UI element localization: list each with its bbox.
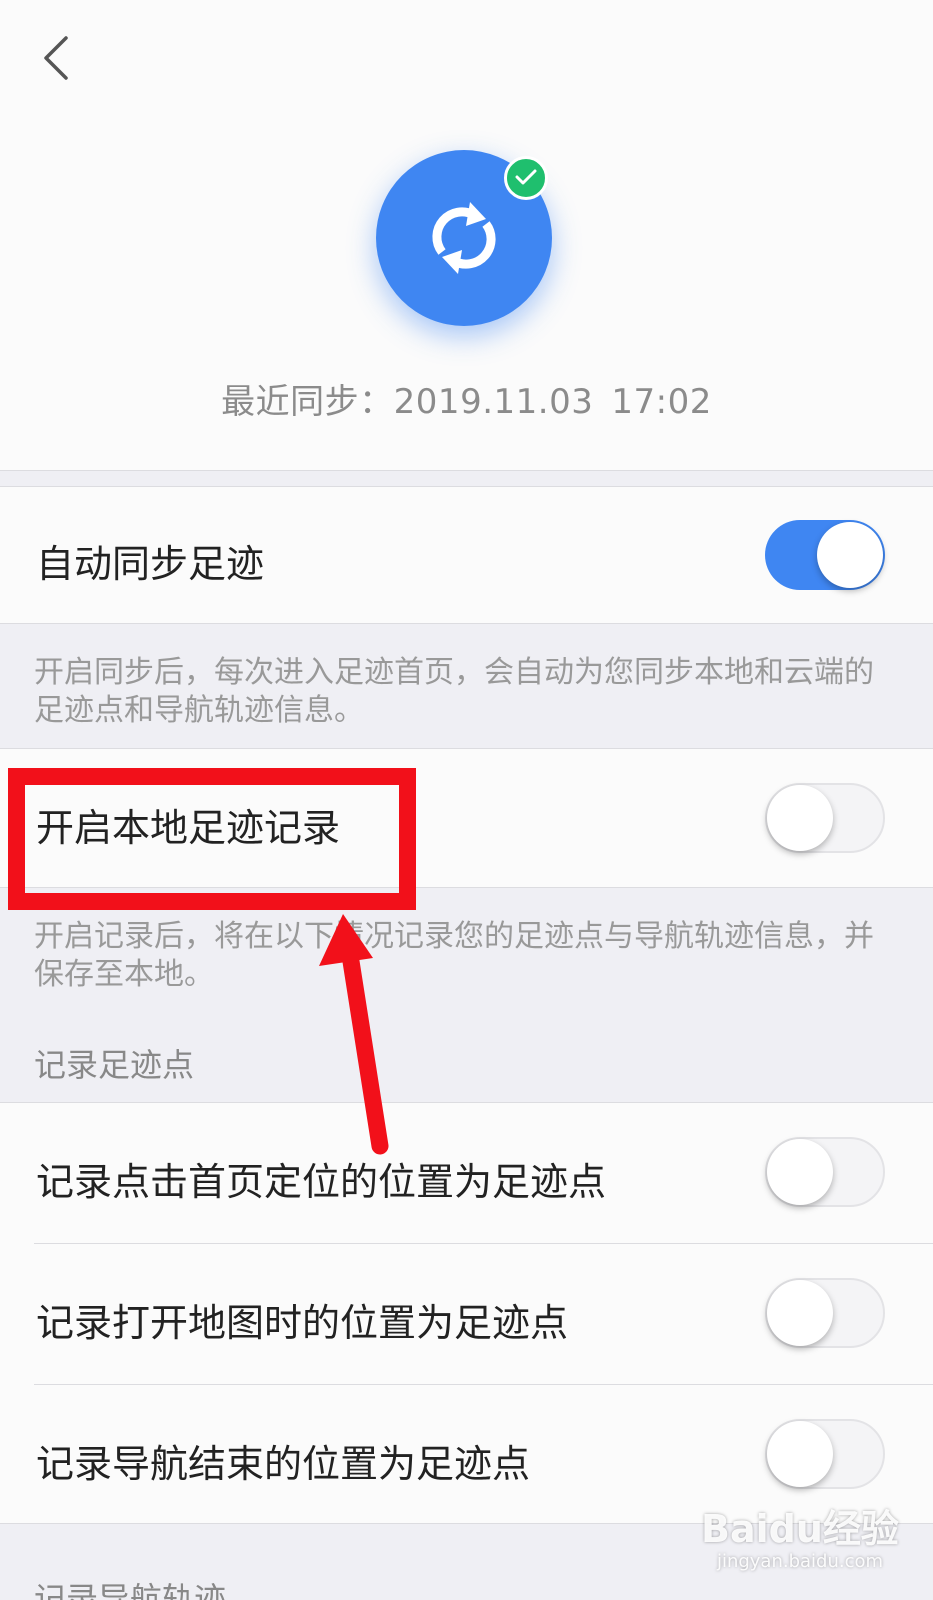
record-point-item-open-map[interactable]: 记录打开地图时的位置为足迹点 (0, 1244, 933, 1384)
auto-sync-description: 开启同步后，每次进入足迹首页，会自动为您同步本地和云端的足迹点和导航轨迹信息。 (34, 655, 874, 728)
auto-sync-row[interactable]: 自动同步足迹 (0, 486, 933, 624)
local-record-label: 开启本地足迹记录 (36, 806, 341, 850)
synced-check-badge (504, 156, 548, 200)
record-point-label: 记录点击首页定位的位置为足迹点 (36, 1160, 607, 1204)
sync-header: 最近同步：2019.11.03 17:02 (0, 0, 933, 471)
local-record-description: 开启记录后，将在以下情况记录您的足迹点与导航轨迹信息，并保存至本地。 (34, 919, 874, 992)
record-open-map-toggle[interactable] (765, 1278, 885, 1348)
last-sync-label: 最近同步： (221, 382, 394, 422)
local-record-toggle[interactable] (765, 783, 885, 853)
record-point-label: 记录打开地图时的位置为足迹点 (36, 1301, 569, 1345)
sync-icon (432, 202, 496, 274)
toggle-knob (767, 1421, 833, 1487)
record-point-label: 记录导航结束的位置为足迹点 (36, 1442, 531, 1486)
last-sync-time: 17:02 (611, 382, 712, 422)
watermark-url: jingyan.baidu.com (716, 1551, 884, 1572)
toggle-knob (767, 785, 833, 851)
auto-sync-toggle[interactable] (765, 520, 885, 590)
back-button[interactable] (30, 28, 86, 88)
record-home-locate-toggle[interactable] (765, 1137, 885, 1207)
record-tracks-section-title: 记录导航轨迹 (34, 1580, 227, 1600)
toggle-knob (767, 1139, 833, 1205)
toggle-knob (817, 522, 883, 588)
local-record-row[interactable]: 开启本地足迹记录 (0, 748, 933, 888)
record-point-item-nav-end[interactable]: 记录导航结束的位置为足迹点 (0, 1385, 933, 1523)
check-icon (515, 169, 537, 185)
chevron-left-icon (44, 36, 68, 80)
sync-status-graphic (376, 150, 552, 326)
auto-sync-label: 自动同步足迹 (36, 542, 265, 586)
record-points-list: 记录点击首页定位的位置为足迹点 记录打开地图时的位置为足迹点 记录导航结束的位置… (0, 1102, 933, 1524)
last-sync-date: 2019.11.03 (393, 382, 594, 422)
footprint-sync-settings-screen: 最近同步：2019.11.03 17:02 自动同步足迹 开启同步后，每次进入足迹… (0, 0, 933, 1600)
last-sync-text: 最近同步：2019.11.03 17:02 (0, 374, 933, 423)
record-nav-end-toggle[interactable] (765, 1419, 885, 1489)
record-point-item-home-locate[interactable]: 记录点击首页定位的位置为足迹点 (0, 1103, 933, 1243)
toggle-knob (767, 1280, 833, 1346)
record-points-section-title: 记录足迹点 (34, 1046, 195, 1084)
